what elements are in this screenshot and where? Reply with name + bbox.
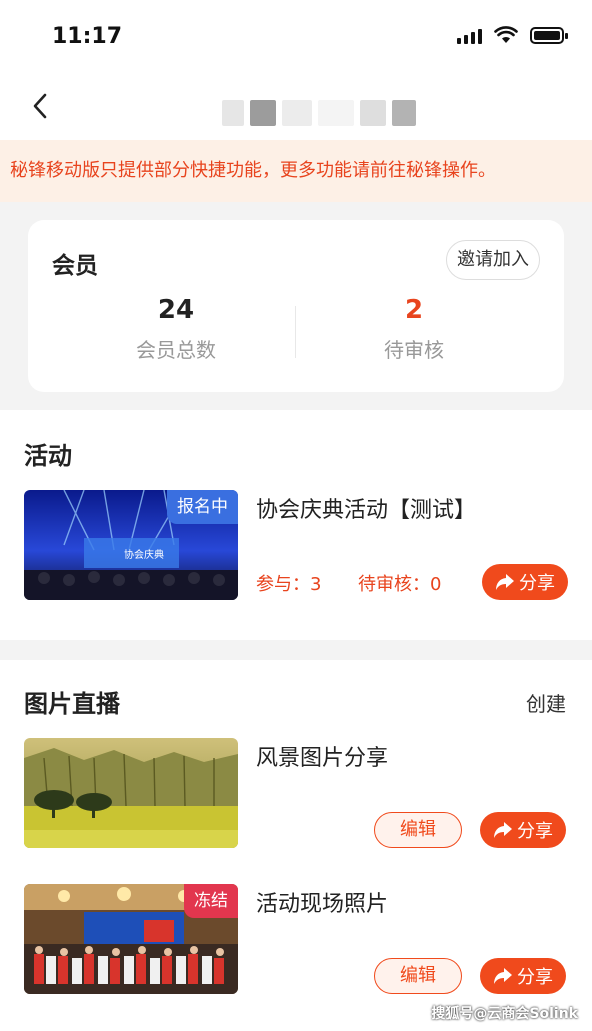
status-badge: 报名中	[167, 490, 238, 524]
activity-title[interactable]: 协会庆典活动【测试】	[256, 492, 476, 524]
edit-button[interactable]: 编辑	[374, 812, 462, 848]
event-photo-thumbnail[interactable]: 冻结	[24, 884, 238, 994]
share-icon	[496, 574, 514, 590]
member-total-label: 会员总数	[136, 338, 216, 362]
landscape-image	[24, 738, 238, 848]
status-icons	[457, 26, 568, 44]
wifi-icon	[494, 26, 518, 43]
pending-review-stat[interactable]: 2 待审核	[280, 292, 548, 363]
member-card: 会员 邀请加入 24 会员总数 2 待审核	[28, 220, 564, 392]
member-section-title: 会员	[52, 253, 98, 279]
share-label: 分享	[519, 573, 555, 594]
member-total-value: 24	[157, 295, 195, 325]
photo-album-title[interactable]: 风景图片分享	[256, 740, 388, 772]
pending-review-value: 2	[404, 295, 424, 325]
share-icon	[494, 822, 512, 838]
photo-live-section-title: 图片直播	[24, 690, 120, 718]
pending-review-label: 待审核	[384, 338, 444, 362]
status-bar: 11:17	[0, 0, 592, 72]
activity-thumbnail[interactable]: 协会庆典 报名中	[24, 490, 238, 600]
back-button[interactable]	[22, 88, 58, 124]
pending-count: 待审核：0	[358, 574, 442, 595]
svg-text:协会庆典: 协会庆典	[124, 548, 164, 561]
nav-bar	[0, 72, 592, 140]
edit-button[interactable]: 编辑	[374, 958, 462, 994]
landscape-thumbnail[interactable]	[24, 738, 238, 848]
page-title-redacted	[222, 100, 416, 126]
photo-share-button[interactable]: 分享	[480, 812, 566, 848]
activity-share-button[interactable]: 分享	[482, 564, 568, 600]
invite-button[interactable]: 邀请加入	[446, 240, 540, 280]
notice-banner: 秘锋移动版只提供部分快捷功能，更多功能请前往秘锋操作。	[0, 140, 592, 202]
photo-share-button[interactable]: 分享	[480, 958, 566, 994]
status-time: 11:17	[52, 24, 123, 49]
create-button[interactable]: 创建	[526, 688, 566, 717]
share-label: 分享	[517, 821, 553, 842]
activity-section-title: 活动	[24, 442, 72, 470]
battery-icon	[530, 26, 568, 44]
activity-section: 活动 协会庆典 报名中 协会庆典活动【测试】 参与：3 待审核：0 分享	[0, 410, 592, 640]
photo-live-section: 图片直播 创建 风景图片分享 编辑 分享 冻结 活动现场照片 编辑 分享	[0, 660, 592, 1031]
frozen-badge: 冻结	[184, 884, 238, 918]
cellular-signal-icon	[457, 26, 482, 44]
member-total-stat[interactable]: 24 会员总数	[42, 292, 310, 363]
photo-album-title[interactable]: 活动现场照片	[256, 886, 388, 918]
participants-count: 参与：3	[256, 574, 322, 595]
chevron-left-icon	[33, 93, 47, 119]
share-icon	[494, 968, 512, 984]
watermark: 搜狐号@云商会Solink	[431, 1006, 578, 1022]
share-label: 分享	[517, 967, 553, 988]
